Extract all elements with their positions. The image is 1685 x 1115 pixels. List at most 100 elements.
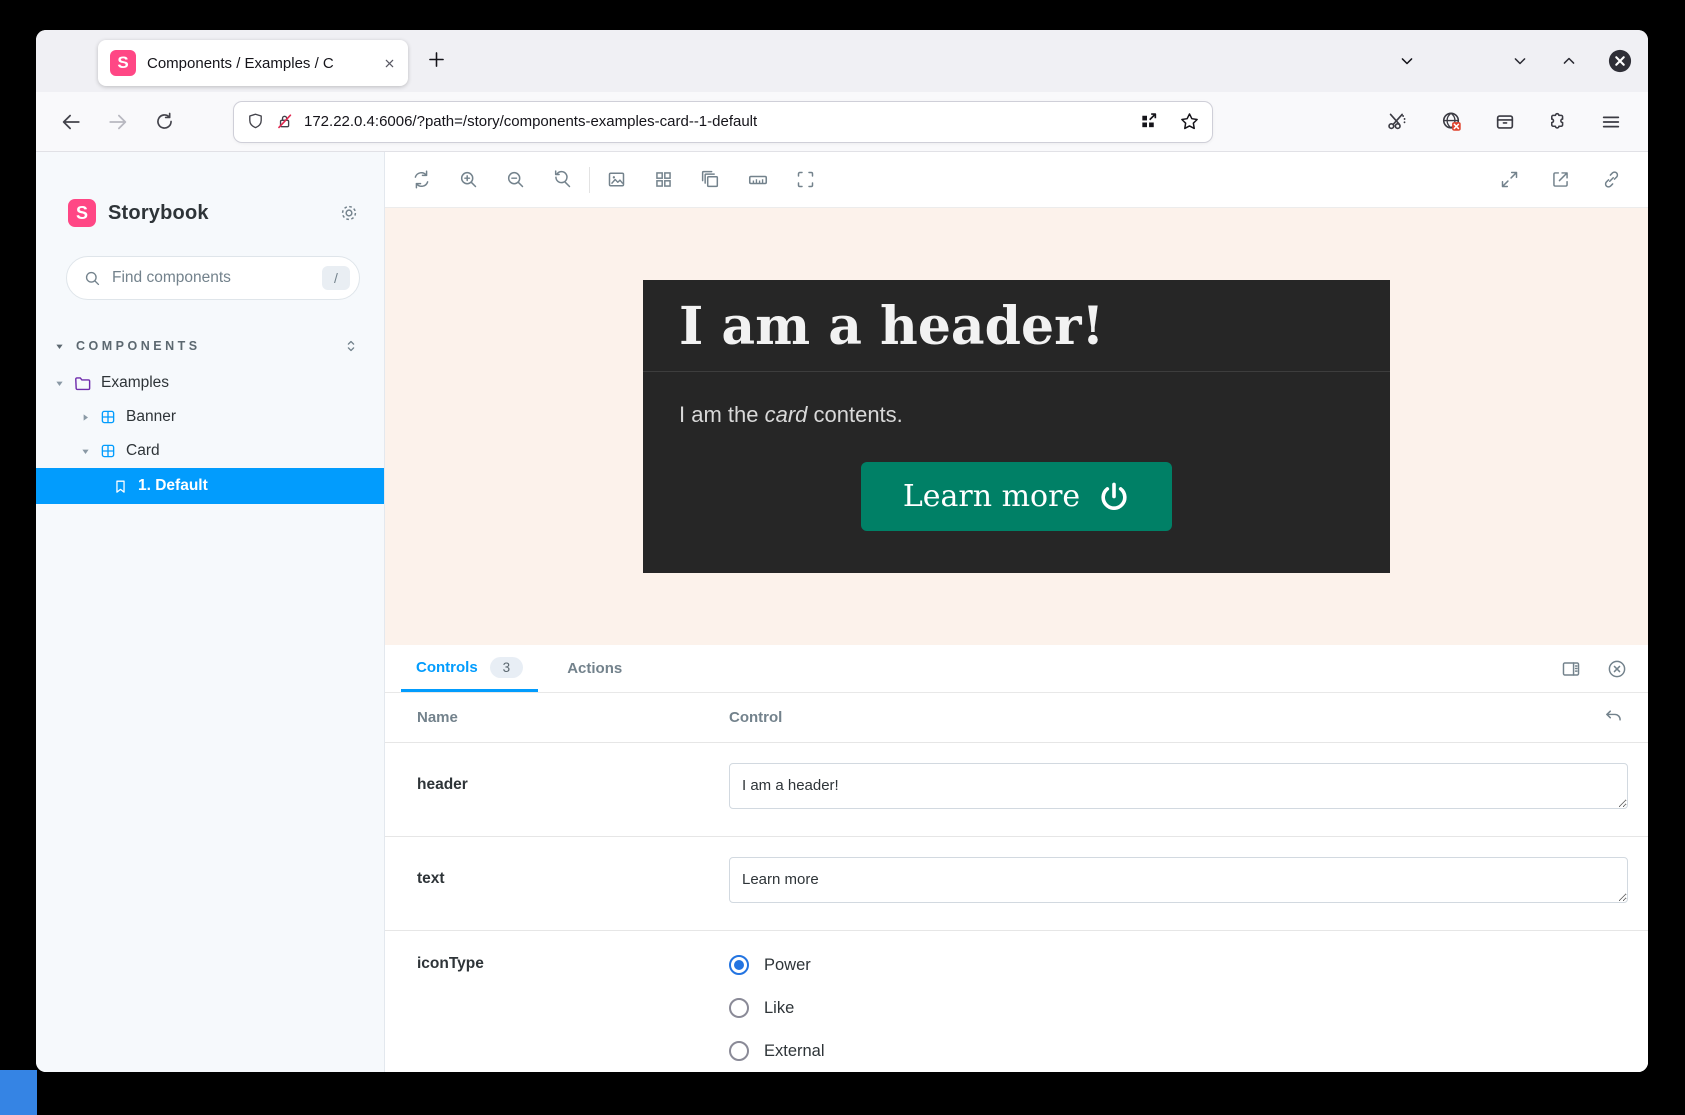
components-section-label: COMPONENTS bbox=[76, 339, 201, 353]
close-panel-icon[interactable] bbox=[1606, 658, 1628, 680]
search-placeholder: Find components bbox=[112, 269, 231, 287]
extension-globe-error-icon[interactable] bbox=[1440, 110, 1463, 133]
gear-icon[interactable] bbox=[338, 202, 360, 224]
radio-button-checked[interactable] bbox=[729, 955, 749, 975]
caret-down-icon bbox=[52, 376, 67, 391]
bookmark-icon bbox=[112, 478, 129, 495]
reload-icon[interactable] bbox=[154, 111, 175, 132]
desktop-corner bbox=[0, 1070, 37, 1115]
browser-tab[interactable]: S Components / Examples / C bbox=[98, 40, 408, 86]
card-body: I am the card contents. bbox=[643, 372, 1390, 428]
tree-label: 1. Default bbox=[138, 477, 208, 495]
radio-option-power[interactable]: Power bbox=[729, 955, 1628, 975]
storybook-brand: Storybook bbox=[108, 202, 209, 225]
tab-controls-label: Controls bbox=[416, 659, 478, 676]
panel-tab-bar: Controls 3 Actions bbox=[385, 645, 1648, 693]
expand-collapse-all-icon[interactable] bbox=[342, 337, 360, 355]
sidebar-item-default-story[interactable]: 1. Default bbox=[36, 468, 384, 504]
learn-more-label: Learn more bbox=[903, 479, 1080, 514]
reset-controls-icon[interactable] bbox=[1603, 707, 1624, 728]
control-row-icontype: iconType Power Like bbox=[385, 931, 1648, 1072]
copy-link-icon[interactable] bbox=[1601, 169, 1622, 190]
control-name: header bbox=[417, 763, 729, 794]
tab-close-icon[interactable] bbox=[381, 55, 398, 72]
tab-actions-label: Actions bbox=[567, 660, 622, 677]
radio-label: Power bbox=[764, 956, 811, 975]
radio-option-external[interactable]: External bbox=[729, 1041, 1628, 1061]
radio-option-like[interactable]: Like bbox=[729, 998, 1628, 1018]
tree-label: Card bbox=[126, 442, 160, 460]
menu-hamburger-icon[interactable] bbox=[1600, 111, 1622, 133]
list-all-tabs-icon[interactable] bbox=[1397, 51, 1417, 71]
background-icon[interactable] bbox=[606, 169, 627, 190]
insecure-lock-icon[interactable] bbox=[275, 112, 294, 131]
browser-window: S Components / Examples / C 172.22.0.4:6… bbox=[36, 30, 1648, 1072]
power-icon bbox=[1098, 481, 1130, 513]
card-body-text: contents. bbox=[807, 402, 902, 427]
tab-title: Components / Examples / C bbox=[147, 55, 377, 72]
page-tiles-icon[interactable] bbox=[1139, 112, 1159, 132]
sidebar-item-banner[interactable]: Banner bbox=[36, 400, 384, 434]
column-name: Name bbox=[417, 709, 729, 726]
sidebar-item-card[interactable]: Card bbox=[36, 434, 384, 468]
tab-actions[interactable]: Actions bbox=[552, 645, 637, 692]
remount-icon[interactable] bbox=[411, 169, 432, 190]
text-value-input[interactable]: Learn more bbox=[729, 857, 1628, 903]
toolbar-divider bbox=[589, 167, 590, 193]
component-icon bbox=[99, 408, 117, 426]
zoom-reset-icon[interactable] bbox=[552, 169, 573, 190]
storybook-logo: S bbox=[68, 199, 96, 227]
shield-icon[interactable] bbox=[246, 112, 265, 131]
browser-titlebar: S Components / Examples / C bbox=[36, 30, 1648, 92]
search-shortcut-badge: / bbox=[322, 266, 350, 290]
column-control: Control bbox=[729, 709, 782, 726]
tab-controls[interactable]: Controls 3 bbox=[401, 645, 538, 692]
controls-count-badge: 3 bbox=[490, 657, 524, 678]
story-canvas: I am a header! I am the card contents. L… bbox=[385, 208, 1648, 645]
story-card: I am a header! I am the card contents. L… bbox=[643, 280, 1390, 573]
zoom-in-icon[interactable] bbox=[458, 169, 479, 190]
url-text[interactable]: 172.22.0.4:6006/?path=/story/components-… bbox=[304, 113, 1139, 130]
control-name: iconType bbox=[417, 955, 729, 973]
fullscreen-icon[interactable] bbox=[1499, 169, 1520, 190]
grid-icon[interactable] bbox=[653, 169, 674, 190]
bookmark-star-icon[interactable] bbox=[1179, 111, 1200, 132]
header-value-input[interactable]: I am a header! bbox=[729, 763, 1628, 809]
controls-table-header: Name Control bbox=[385, 693, 1648, 743]
radio-button[interactable] bbox=[729, 998, 749, 1018]
learn-more-button[interactable]: Learn more bbox=[861, 462, 1172, 531]
component-icon bbox=[99, 442, 117, 460]
new-tab-button[interactable] bbox=[426, 49, 447, 70]
panel-position-icon[interactable] bbox=[1560, 658, 1582, 680]
card-header: I am a header! bbox=[643, 280, 1390, 372]
folder-icon bbox=[73, 374, 92, 393]
components-section-header[interactable]: COMPONENTS bbox=[52, 334, 360, 358]
control-row-header: header I am a header! bbox=[385, 743, 1648, 837]
back-icon[interactable] bbox=[60, 111, 82, 133]
caret-down-icon bbox=[52, 339, 67, 354]
control-row-text: text Learn more bbox=[385, 837, 1648, 931]
extensions-puzzle-icon[interactable] bbox=[1547, 111, 1569, 133]
canvas-toolbar bbox=[385, 152, 1648, 208]
storybook-sidebar: S Storybook Find components / COMPONENTS… bbox=[36, 152, 385, 1072]
archive-icon[interactable] bbox=[1494, 111, 1516, 133]
caret-down-icon bbox=[78, 444, 93, 459]
viewport-icon[interactable] bbox=[700, 169, 721, 190]
sidebar-item-examples[interactable]: Examples bbox=[36, 366, 384, 400]
search-input[interactable]: Find components / bbox=[66, 256, 360, 300]
window-maximize-icon[interactable] bbox=[1559, 51, 1579, 71]
measure-ruler-icon[interactable] bbox=[747, 169, 769, 191]
outline-icon[interactable] bbox=[795, 169, 816, 190]
screenshot-scissors-icon[interactable] bbox=[1386, 110, 1409, 133]
url-bar[interactable]: 172.22.0.4:6006/?path=/story/components-… bbox=[234, 102, 1212, 142]
zoom-out-icon[interactable] bbox=[505, 169, 526, 190]
window-minimize-icon[interactable] bbox=[1510, 51, 1530, 71]
radio-button[interactable] bbox=[729, 1041, 749, 1061]
window-close-icon[interactable] bbox=[1606, 47, 1634, 75]
card-body-emphasis: card bbox=[765, 402, 808, 427]
forward-icon[interactable] bbox=[107, 111, 129, 133]
radio-label: External bbox=[764, 1042, 825, 1061]
open-new-tab-icon[interactable] bbox=[1550, 169, 1571, 190]
component-tree: Examples Banner Card 1. Default bbox=[36, 366, 384, 504]
caret-right-icon bbox=[78, 410, 93, 425]
